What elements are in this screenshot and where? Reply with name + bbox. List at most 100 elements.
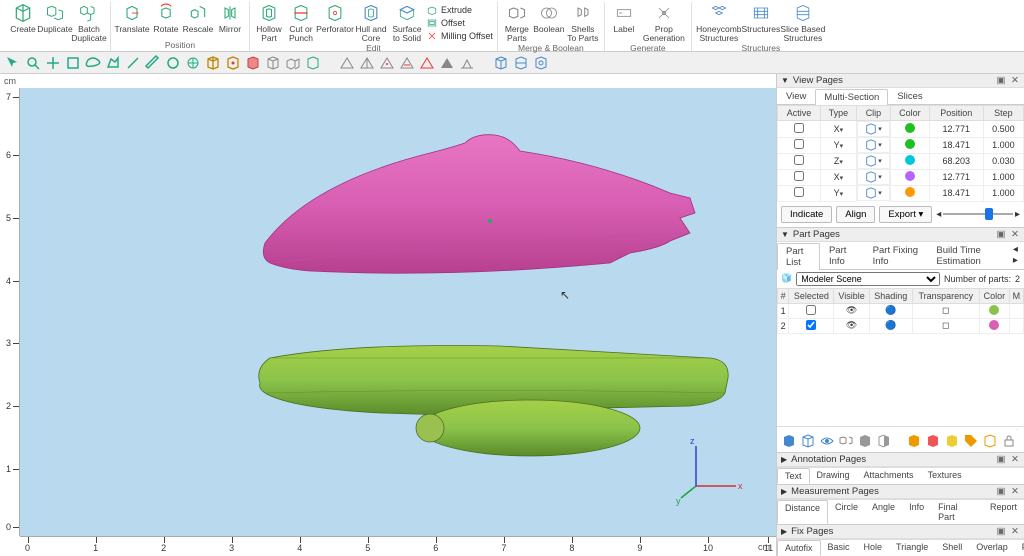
- cubes-icon[interactable]: [838, 433, 854, 449]
- rotate-button[interactable]: Rotate: [151, 2, 181, 34]
- rescale-button[interactable]: Rescale: [183, 2, 213, 34]
- section-row[interactable]: Y▾▾18.4711.000: [778, 185, 1024, 201]
- tool-cube6-icon[interactable]: [304, 54, 322, 72]
- tab-distance[interactable]: Distance: [777, 500, 828, 524]
- surface-button[interactable]: Surface to Solid: [390, 2, 424, 43]
- tool-tri2-icon[interactable]: [358, 54, 376, 72]
- cube-orange-icon[interactable]: [906, 433, 922, 449]
- tool-rect-icon[interactable]: [64, 54, 82, 72]
- active-checkbox[interactable]: [794, 139, 804, 149]
- model-part-top[interactable]: [250, 123, 710, 283]
- tab-drawing[interactable]: Drawing: [810, 468, 857, 484]
- tool-tri3-icon[interactable]: [378, 54, 396, 72]
- eye-icon[interactable]: [819, 433, 835, 449]
- model-part-bottom[interactable]: [250, 338, 740, 468]
- translate-button[interactable]: Translate: [115, 2, 149, 34]
- tab-part-list[interactable]: Part List: [777, 243, 820, 270]
- cube-outline-icon[interactable]: [982, 433, 998, 449]
- tab-info[interactable]: Info: [902, 500, 931, 524]
- tool-cube4-icon[interactable]: [264, 54, 282, 72]
- section-row[interactable]: X▾▾12.7711.000: [778, 169, 1024, 185]
- undock-icon[interactable]: ▣: [996, 526, 1006, 537]
- selected-checkbox[interactable]: [806, 320, 816, 330]
- honeycomb-button[interactable]: Honeycomb Structures: [696, 2, 742, 43]
- selected-checkbox[interactable]: [806, 305, 816, 315]
- tool-tri7-icon[interactable]: [458, 54, 476, 72]
- cube-half-icon[interactable]: [876, 433, 892, 449]
- section-row[interactable]: X▾▾12.7710.500: [778, 121, 1024, 138]
- slice-button[interactable]: Slice Based Structures: [780, 2, 826, 43]
- export-button[interactable]: Export ▾: [879, 206, 932, 223]
- tool-poly-icon[interactable]: [104, 54, 122, 72]
- tool-tri5-icon[interactable]: [418, 54, 436, 72]
- tab-fixing-info[interactable]: Part Fixing Info: [864, 242, 928, 269]
- tool-lasso-icon[interactable]: [84, 54, 102, 72]
- tab-shell[interactable]: Shell: [935, 540, 969, 556]
- cut-button[interactable]: Cut or Punch: [286, 2, 316, 43]
- extrude-button[interactable]: Extrude: [426, 4, 493, 16]
- transparency-toggle[interactable]: ◻: [912, 318, 979, 333]
- tool-zoom-icon[interactable]: [24, 54, 42, 72]
- lock-icon[interactable]: [1001, 433, 1017, 449]
- cube-wire-icon[interactable]: [800, 433, 816, 449]
- offset-button[interactable]: Offset: [426, 17, 493, 29]
- indicate-button[interactable]: Indicate: [781, 206, 832, 223]
- tab-multi-section[interactable]: Multi-Section: [815, 89, 888, 105]
- create-button[interactable]: Create: [8, 2, 38, 43]
- visible-toggle[interactable]: 👁: [834, 318, 869, 333]
- undock-icon[interactable]: ▣: [996, 486, 1006, 497]
- clip-toggle[interactable]: ▾: [857, 185, 890, 201]
- tool-cube1-icon[interactable]: [204, 54, 222, 72]
- cube-grey-icon[interactable]: [857, 433, 873, 449]
- section-slider[interactable]: ◂▸: [936, 209, 1020, 220]
- tab-triangle[interactable]: Triangle: [889, 540, 935, 556]
- tool-tri4-icon[interactable]: [398, 54, 416, 72]
- tab-final[interactable]: Final Part: [931, 500, 983, 524]
- perforator-button[interactable]: Perforator: [318, 2, 352, 43]
- tab-autofix[interactable]: Autofix: [777, 540, 821, 556]
- tool-pan-icon[interactable]: [44, 54, 62, 72]
- tool-cube2-icon[interactable]: [224, 54, 242, 72]
- tool-wire2-icon[interactable]: [512, 54, 530, 72]
- tool-cube5-icon[interactable]: [284, 54, 302, 72]
- duplicate-button[interactable]: Duplicate: [40, 2, 70, 43]
- milling-button[interactable]: Milling Offset: [426, 30, 493, 42]
- hull-button[interactable]: Hull and Core: [354, 2, 388, 43]
- active-checkbox[interactable]: [794, 155, 804, 165]
- tool-cube3-icon[interactable]: [244, 54, 262, 72]
- tab-circle[interactable]: Circle: [828, 500, 865, 524]
- tab-attachments[interactable]: Attachments: [857, 468, 921, 484]
- active-checkbox[interactable]: [794, 187, 804, 197]
- tab-hole[interactable]: Hole: [857, 540, 890, 556]
- shells-button[interactable]: Shells To Parts: [566, 2, 600, 43]
- label-button[interactable]: Label: [609, 2, 639, 43]
- mirror-button[interactable]: Mirror: [215, 2, 245, 34]
- tab-basic[interactable]: Basic: [821, 540, 857, 556]
- structures-button[interactable]: Structures: [744, 2, 778, 43]
- tab-text[interactable]: Text: [777, 468, 810, 484]
- tab-part-info[interactable]: Part Info: [820, 242, 864, 269]
- cube-blue-icon[interactable]: [781, 433, 797, 449]
- tab-slices[interactable]: Slices: [888, 88, 931, 104]
- prop-button[interactable]: Prop Generation: [641, 2, 687, 43]
- close-icon[interactable]: ✕: [1010, 454, 1020, 465]
- close-icon[interactable]: ✕: [1010, 486, 1020, 497]
- transparency-toggle[interactable]: ◻: [912, 303, 979, 318]
- panel-header-fix[interactable]: ▶ Fix Pages ▣✕: [777, 525, 1024, 539]
- tool-tri6-icon[interactable]: [438, 54, 456, 72]
- tab-view[interactable]: View: [777, 88, 815, 104]
- tab-point[interactable]: Point: [1015, 540, 1024, 556]
- tool-circle-icon[interactable]: [164, 54, 182, 72]
- clip-toggle[interactable]: ▾: [857, 121, 890, 137]
- close-icon[interactable]: ✕: [1010, 526, 1020, 537]
- undock-icon[interactable]: ▣: [996, 454, 1006, 465]
- clip-toggle[interactable]: ▾: [857, 169, 890, 185]
- undock-icon[interactable]: ▣: [996, 75, 1006, 86]
- undock-icon[interactable]: ▣: [996, 229, 1006, 240]
- tool-wire1-icon[interactable]: [492, 54, 510, 72]
- viewport[interactable]: cm 7 6 5 4 3 2 1 0 0 1 2 3 4 5 6 7 8 9 1…: [0, 74, 776, 556]
- active-checkbox[interactable]: [794, 123, 804, 133]
- shading-toggle[interactable]: 🔵: [869, 303, 912, 318]
- active-checkbox[interactable]: [794, 171, 804, 181]
- part-row[interactable]: 2👁🔵◻: [778, 318, 1024, 333]
